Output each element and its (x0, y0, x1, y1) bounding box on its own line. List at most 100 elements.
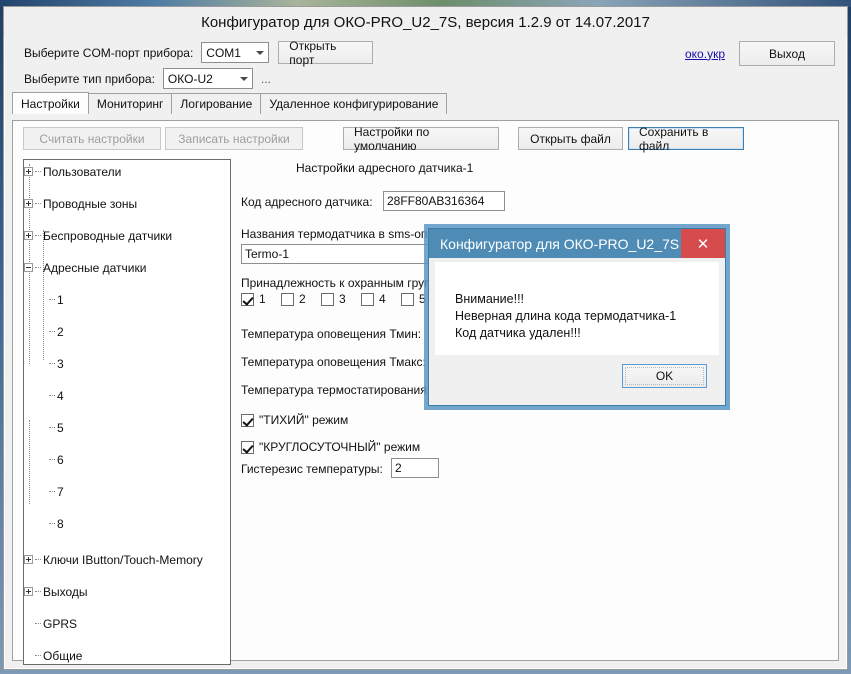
tree-item-label: Выходы (43, 585, 88, 599)
window-titlebar: Конфигуратор для ОКО-PRO_U2_7S, версия 1… (4, 7, 847, 38)
tab-settings[interactable]: Настройки (12, 92, 89, 114)
collapse-icon[interactable] (24, 263, 33, 272)
tree-item-label: Проводные зоны (43, 197, 138, 211)
zone-label: 3 (339, 292, 346, 306)
open-file-button[interactable]: Открыть файл (518, 127, 623, 150)
tree-item-label: 8 (57, 517, 64, 531)
tab-monitoring[interactable]: Мониторинг (87, 93, 173, 114)
zone-checkbox-3[interactable]: 3 (321, 292, 346, 306)
tree-connector (49, 299, 55, 300)
hysteresis-input[interactable]: 2 (391, 458, 439, 478)
write-settings-button[interactable]: Записать настройки (165, 127, 303, 150)
dialog-title: Конфигуратор для ОКО-PRO_U2_7S (440, 235, 680, 252)
tree-item-sensor-4[interactable]: 4 (24, 388, 230, 404)
zone-label: 1 (259, 292, 266, 306)
device-type-row: Выберите тип прибора: ОКО-U2 ... (24, 67, 271, 90)
zone-checkbox-4[interactable]: 4 (361, 292, 386, 306)
read-settings-button[interactable]: Считать настройки (23, 127, 161, 150)
checkbox-icon[interactable] (241, 440, 254, 454)
device-type-select[interactable]: ОКО-U2 (162, 68, 253, 89)
close-icon[interactable]: ✕ (681, 229, 725, 258)
tree-item-sensor-7[interactable]: 7 (24, 484, 230, 500)
exit-button[interactable]: Выход (739, 41, 835, 66)
tree-connector (49, 491, 55, 492)
tree-item-label: Общие (43, 649, 83, 663)
zone-checkbox-2[interactable]: 2 (281, 292, 306, 306)
device-type-suffix: ... (260, 71, 271, 86)
tree-connector (35, 235, 41, 236)
default-settings-button[interactable]: Настройки по умолчанию (343, 125, 499, 153)
settings-toolbar: Считать настройки Записать настройки Нас… (13, 125, 838, 153)
sensor-code-label: Код адресного датчика: (241, 195, 373, 209)
expand-icon[interactable] (24, 231, 33, 240)
zone-checkbox-5[interactable]: 5 (401, 292, 426, 306)
settings-tree[interactable]: Пользователи Проводные зоны Беспроводные… (23, 159, 231, 665)
dialog-footer: OK (435, 355, 719, 401)
tree-item-address-sensors[interactable]: Адресные датчики (24, 260, 230, 276)
checkbox-icon[interactable] (361, 292, 374, 306)
dialog-message-line-3: Код датчика удален!!! (455, 326, 581, 340)
tree-item-label: Ключи IButton/Touch-Memory (43, 553, 203, 567)
dialog-ok-button[interactable]: OK (622, 364, 707, 388)
zone-checkbox-1[interactable]: 1 (241, 292, 266, 306)
checkbox-icon[interactable] (321, 292, 334, 306)
tree-connector (49, 523, 55, 524)
tree-connector (49, 363, 55, 364)
zone-label: 5 (419, 292, 426, 306)
tree-item-label: 3 (57, 357, 64, 371)
warning-dialog: Конфигуратор для ОКО-PRO_U2_7S ✕ Внимани… (428, 228, 726, 406)
save-file-button[interactable]: Сохранить в файл (628, 125, 744, 153)
tstat-label: Температура термостатирования: (241, 383, 431, 397)
tree-item-gprs[interactable]: GPRS (24, 616, 230, 632)
site-link[interactable]: око.укр (685, 47, 725, 61)
tree-item-label: GPRS (43, 617, 78, 631)
tree-item-general[interactable]: Общие (24, 648, 230, 664)
tree-connector (49, 395, 55, 396)
com-port-value: COM1 (206, 45, 241, 60)
tree-item-label: 5 (57, 421, 64, 435)
sensor-code-input[interactable]: 28FF80AB316364 (383, 191, 505, 211)
tab-remote-config[interactable]: Удаленное конфигурирование (260, 93, 448, 114)
expand-icon[interactable] (24, 199, 33, 208)
dialog-message: Внимание!!! Неверная длина кода термодат… (455, 291, 676, 342)
tree-item-users[interactable]: Пользователи (24, 164, 230, 180)
allday-mode-checkbox[interactable]: "КРУГЛОСУТОЧНЫЙ" режим (241, 440, 420, 454)
checkbox-icon[interactable] (241, 413, 254, 427)
checkbox-icon[interactable] (241, 292, 254, 306)
tree-item-outputs[interactable]: Выходы (24, 584, 230, 600)
tree-item-label: 4 (57, 389, 64, 403)
tree-item-sensor-2[interactable]: 2 (24, 324, 230, 340)
tree-item-sensor-6[interactable]: 6 (24, 452, 230, 468)
com-port-label: Выберите COM-порт прибора: (24, 45, 194, 60)
tree-item-wired-zones[interactable]: Проводные зоны (24, 196, 230, 212)
tree-item-ibutton-keys[interactable]: Ключи IButton/Touch-Memory (24, 552, 230, 568)
connection-toolbar: Выберите COM-порт прибора: COM1 Открыть … (12, 38, 839, 90)
open-port-button[interactable]: Открыть порт (278, 39, 374, 67)
tab-bar: Настройки Мониторинг Логирование Удаленн… (12, 92, 839, 114)
com-port-select[interactable]: COM1 (201, 42, 270, 63)
tmax-label: Температура оповещения Тмакс: (241, 355, 426, 369)
tree-item-sensor-3[interactable]: 3 (24, 356, 230, 372)
chevron-down-icon (256, 50, 265, 55)
expand-icon[interactable] (24, 555, 33, 564)
form-title: Настройки адресного датчика-1 (296, 161, 474, 175)
tree-item-wireless-sensors[interactable]: Беспроводные датчики (24, 228, 230, 244)
expand-icon[interactable] (24, 167, 33, 176)
tree-item-label: 6 (57, 453, 64, 467)
tree-item-sensor-8[interactable]: 8 (24, 516, 230, 532)
hysteresis-label: Гистерезис температуры: (241, 462, 383, 476)
checkbox-icon[interactable] (401, 292, 414, 306)
expand-icon[interactable] (24, 587, 33, 596)
tree-item-sensor-1[interactable]: 1 (24, 292, 230, 308)
checkbox-icon[interactable] (281, 292, 294, 306)
tree-connector (35, 267, 41, 268)
dialog-body: Внимание!!! Неверная длина кода термодат… (435, 262, 719, 355)
allday-mode-label: "КРУГЛОСУТОЧНЫЙ" режим (259, 440, 421, 454)
tree-item-label: 1 (57, 293, 64, 307)
tab-logging[interactable]: Логирование (171, 93, 262, 114)
tree-connector (35, 623, 41, 624)
window-title: Конфигуратор для ОКО-PRO_U2_7S, версия 1… (201, 14, 650, 31)
tree-item-label: 2 (57, 325, 64, 339)
tree-item-sensor-5[interactable]: 5 (24, 420, 230, 436)
quiet-mode-checkbox[interactable]: "ТИХИЙ" режим (241, 413, 348, 427)
